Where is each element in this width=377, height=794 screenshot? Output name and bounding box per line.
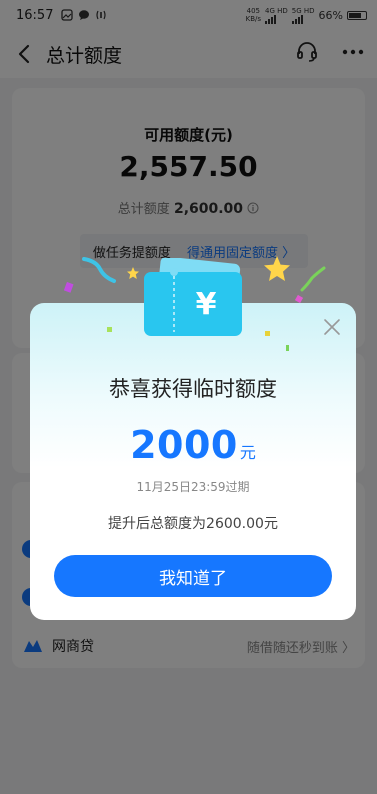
close-icon[interactable] — [322, 317, 342, 337]
confetti-piece-icon — [294, 294, 304, 304]
star-icon — [264, 256, 290, 281]
page: 16:57 405 KB/s 4G HD 5G HD 66% — [0, 0, 377, 794]
after-total-text: 提升后总额度为2600.00元 — [108, 516, 278, 532]
amount-unit: 元 — [239, 443, 256, 462]
modal-title: 恭喜获得临时额度 — [109, 377, 277, 401]
confetti-ribbon-icon — [300, 266, 326, 292]
confetti-piece-icon — [286, 345, 289, 351]
confetti-ribbon-icon — [82, 257, 116, 283]
confetti-piece-icon — [265, 331, 270, 336]
coupon-ticket-icon: ¥ — [144, 258, 242, 336]
confetti-piece-icon — [107, 327, 112, 332]
modal-amount: 2000 元 — [30, 423, 356, 467]
temporary-quota-modal: 恭喜获得临时额度 2000 元 11月25日23:59过期 提升后总额度为2600… — [30, 303, 356, 620]
confetti-piece-icon — [64, 282, 74, 293]
star-small-icon — [127, 267, 139, 279]
confirm-button[interactable]: 我知道了 — [54, 555, 332, 597]
amount-value: 2000 — [130, 423, 238, 467]
yen-symbol: ¥ — [196, 287, 217, 322]
expire-text: 11月25日23:59过期 — [136, 480, 250, 494]
